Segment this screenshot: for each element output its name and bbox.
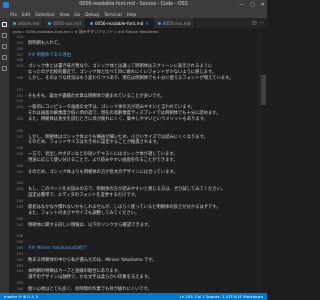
close-window-button[interactable]: ✕ xyxy=(261,0,265,10)
tab-label: 0055-xxx.md xyxy=(162,20,191,26)
menu-go[interactable]: Go xyxy=(74,12,80,17)
tab-article[interactable]: article.md xyxy=(9,18,45,28)
window-controls: — □ ✕ xyxy=(239,0,265,10)
source-control-icon[interactable] xyxy=(2,44,7,49)
status-left[interactable]: master ⟳ ⊗ 0 ⚠ 0 xyxy=(4,294,38,299)
extensions-icon[interactable] xyxy=(2,66,7,71)
search-icon[interactable] xyxy=(2,33,7,38)
editor-area[interactable]: 224 225 無明朝も入れて。 226 227 ## 明朝体である理由 228 229 ゴシッ… xyxy=(9,35,259,293)
close-tab-icon[interactable]: ✕ xyxy=(145,21,148,26)
breadcrumb[interactable]: post » 0056-readable-font.md » # 読みやすいフォ… xyxy=(9,28,267,35)
scrollbar-thumb[interactable] xyxy=(261,75,266,105)
tab-label: 0054-xxx.md xyxy=(53,20,81,26)
more-actions-icon[interactable]: ⋯ xyxy=(260,21,265,26)
activity-bar xyxy=(0,18,9,300)
editor-tabs: article.md 0054-xxx.md 0056-readable-fon… xyxy=(9,18,267,28)
menu-selection[interactable]: Selection xyxy=(35,12,54,17)
tab-label: 0056-readable-font.md xyxy=(94,20,144,26)
editor-scrollbar[interactable] xyxy=(259,35,267,293)
editor-line[interactable]: 256 使い心地はとても良く、長時間の作業でも目が疲れにくいです。 xyxy=(9,287,259,293)
markdown-file-icon xyxy=(89,21,93,25)
split-editor-icon[interactable]: ◫ xyxy=(252,21,256,26)
menu-debug[interactable]: Debug xyxy=(85,12,99,17)
window-title: 0056-readable-font.md - Source - Code - … xyxy=(79,2,188,7)
tab-0056-readable-font[interactable]: 0056-readable-font.md ✕ xyxy=(85,18,154,28)
menu-bar: File Edit Selection View Go Debug Termin… xyxy=(0,10,267,18)
maximize-button[interactable]: □ xyxy=(250,0,255,10)
menu-file[interactable]: File xyxy=(10,12,17,17)
status-right[interactable]: Ln 253, Col 1 Spaces: 2 UTF-8 LF Markdow… xyxy=(180,294,263,299)
title-bar: 0056-readable-font.md - Source - Code - … xyxy=(0,0,267,10)
tab-0054[interactable]: 0054-xxx.md xyxy=(44,18,86,28)
status-bar: master ⟳ ⊗ 0 ⚠ 0 Ln 253, Col 1 Spaces: 2… xyxy=(0,293,267,300)
line-number: 256 xyxy=(16,286,24,291)
line-text: 使い心地はとても良く、長時間の作業でも目が疲れにくいです。 xyxy=(28,286,152,292)
markdown-file-icon xyxy=(157,21,161,25)
tab-actions: ◫ ⋯ xyxy=(252,18,267,28)
minimize-button[interactable]: — xyxy=(239,0,244,10)
tab-0055[interactable]: 0055-xxx.md xyxy=(153,18,196,28)
markdown-file-icon xyxy=(13,21,16,25)
markdown-file-icon xyxy=(48,21,52,25)
tab-label: article.md xyxy=(18,20,40,26)
menu-view[interactable]: View xyxy=(59,12,69,17)
menu-terminal[interactable]: Terminal xyxy=(104,12,122,17)
menu-help[interactable]: Help xyxy=(127,12,137,17)
menu-edit[interactable]: Edit xyxy=(22,12,30,17)
explorer-icon[interactable] xyxy=(2,22,7,27)
debug-icon[interactable] xyxy=(2,55,7,60)
